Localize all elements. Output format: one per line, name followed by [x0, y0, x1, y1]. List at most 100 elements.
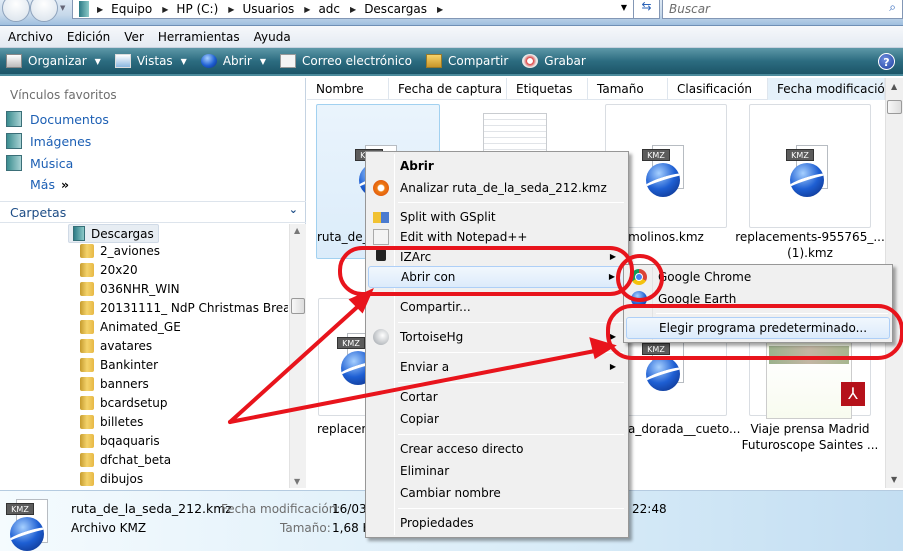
column-tamano[interactable]: Tamaño [588, 78, 668, 100]
tree-node-label: banners [100, 377, 149, 391]
menu-item-izarc[interactable]: IZArc ▶ [368, 246, 626, 268]
menu-edicion[interactable]: Edición [67, 30, 110, 44]
google-earth-icon [631, 291, 647, 307]
tree-node[interactable]: bqaquaris [80, 434, 160, 448]
file-tile[interactable]: KMZ [749, 104, 871, 228]
submenu-arrow-icon: ▶ [609, 362, 616, 371]
folders-header[interactable]: Carpetas ⌄ [0, 201, 306, 223]
column-headers: Nombre Fecha de captura Etiquetas Tamaño… [307, 78, 892, 100]
tree-node-label: dibujos [100, 472, 144, 486]
column-nombre[interactable]: Nombre [307, 78, 389, 100]
favorites-more-link[interactable]: Más » [30, 177, 69, 192]
menu-item-propiedades[interactable]: Propiedades [368, 512, 626, 534]
menu-item-copiar[interactable]: Copiar [368, 408, 626, 430]
column-clasificacion[interactable]: Clasificación [668, 78, 768, 100]
views-label: Vistas [136, 54, 173, 68]
submenu-item-chrome[interactable]: Google Chrome [626, 266, 890, 288]
tree-node[interactable]: billetes [80, 415, 143, 429]
share-button[interactable]: Compartir [425, 54, 508, 68]
menu-item-enviar-a[interactable]: Enviar a ▶ [368, 356, 626, 378]
scroll-up-icon[interactable]: ▲ [891, 82, 897, 91]
tree-node[interactable]: 20x20 [80, 263, 138, 277]
menu-item-gsplit[interactable]: Split with GSplit [368, 206, 626, 228]
breadcrumb-equipo[interactable]: Equipo [111, 2, 152, 16]
menu-archivo[interactable]: Archivo [8, 30, 53, 44]
menu-item-abrir-con[interactable]: Abrir con ▶ [368, 266, 626, 288]
share-icon [425, 54, 442, 68]
menu-item-compartir[interactable]: Compartir... [368, 296, 626, 318]
scroll-down-icon[interactable]: ▼ [891, 475, 897, 484]
menu-item-cambiar-nombre[interactable]: Cambiar nombre [368, 482, 626, 504]
favorite-documentos[interactable]: Documentos [6, 111, 109, 127]
scrollbar-thumb[interactable] [291, 298, 305, 314]
search-icon[interactable]: ⌕ [889, 0, 896, 15]
tree-node[interactable]: 20131111_ NdP Christmas Breaks Tu [80, 301, 288, 315]
breadcrumb-usuarios[interactable]: Usuarios [242, 2, 294, 16]
tree-node[interactable]: Bankinter [80, 358, 158, 372]
folder-icon [80, 282, 94, 296]
breadcrumb-adc[interactable]: adc [318, 2, 340, 16]
menu-item-notepad[interactable]: Edit with Notepad++ [368, 226, 626, 248]
column-fecha-captura[interactable]: Fecha de captura [389, 78, 507, 100]
menu-ayuda[interactable]: Ayuda [254, 30, 291, 44]
scroll-up-icon[interactable]: ▲ [294, 226, 300, 235]
menu-item-cortar[interactable]: Cortar [368, 386, 626, 408]
tree-node[interactable]: dibujos [80, 472, 143, 486]
tree-node[interactable]: 2_aviones [80, 244, 160, 258]
help-icon[interactable]: ? [878, 53, 895, 70]
organize-button[interactable]: Organizar ▼ [6, 54, 101, 68]
tree-node[interactable]: banners [80, 377, 149, 391]
views-icon [114, 54, 131, 68]
favorite-musica[interactable]: Música [6, 155, 73, 171]
tree-node[interactable]: avatares [80, 339, 152, 353]
context-menu: Abrir Analizar ruta_de_la_seda_212.kmz S… [365, 151, 629, 538]
tree-node-descargas[interactable]: Descargas [68, 224, 159, 243]
menu-item-crear-acceso[interactable]: Crear acceso directo [368, 438, 626, 460]
email-button[interactable]: Correo electrónico [280, 54, 412, 68]
menu-item-label: Enviar a [400, 360, 450, 374]
breadcrumb-hp-c[interactable]: HP (C:) [176, 2, 218, 16]
folder-tree-scrollbar[interactable]: ▲ ▼ [289, 224, 306, 488]
submenu-item-elegir-programa[interactable]: Elegir programa predeterminado... [626, 317, 890, 339]
tree-node[interactable]: 036NHR_WIN [80, 282, 180, 296]
menu-item-label: Abrir con [401, 270, 456, 284]
recent-pages-dropdown[interactable]: ▼ [60, 4, 65, 12]
refresh-icon[interactable]: ⇆ [633, 0, 659, 19]
forward-button[interactable] [30, 0, 58, 22]
chevron-right-icon: ▶ [350, 4, 357, 14]
open-button[interactable]: Abrir ▼ [200, 54, 266, 68]
scrollbar-thumb[interactable] [887, 100, 902, 114]
menu-item-analizar[interactable]: Analizar ruta_de_la_seda_212.kmz [368, 177, 626, 199]
favorite-imagenes[interactable]: Imágenes [6, 133, 91, 149]
submenu-item-google-earth[interactable]: Google Earth [626, 288, 890, 310]
breadcrumb-descargas[interactable]: Descargas [364, 2, 427, 16]
tree-node[interactable]: bcardsetup [80, 396, 167, 410]
back-button[interactable] [2, 0, 30, 22]
column-fecha-modificacion[interactable]: Fecha modificación [768, 78, 892, 100]
chevron-down-icon: ▼ [180, 56, 187, 66]
column-etiquetas[interactable]: Etiquetas [507, 78, 588, 100]
music-icon [6, 155, 22, 171]
menu-item-label: Cambiar nombre [400, 486, 501, 500]
menu-ver[interactable]: Ver [124, 30, 144, 44]
views-button[interactable]: Vistas ▼ [114, 54, 187, 68]
menu-herramientas[interactable]: Herramientas [158, 30, 240, 44]
chevron-right-icon: ▶ [97, 4, 104, 14]
address-dropdown-icon[interactable]: ▼ [621, 3, 627, 12]
scroll-down-icon[interactable]: ▼ [294, 477, 300, 486]
menu-item-label: Edit with Notepad++ [400, 230, 528, 244]
address-bar[interactable]: ▶ Equipo ▶ HP (C:) ▶ Usuarios ▶ adc ▶ De… [72, 0, 660, 19]
tree-node[interactable]: dfchat_beta [80, 453, 171, 467]
menu-item-label: Cortar [400, 390, 438, 404]
menu-item-abrir[interactable]: Abrir [368, 155, 626, 177]
burn-button[interactable]: Grabar [522, 54, 586, 68]
tree-node[interactable]: Animated_GE [80, 320, 181, 334]
menu-item-label: Elegir programa predeterminado... [659, 321, 868, 335]
search-input[interactable]: Buscar ⌕ [662, 0, 903, 19]
folder-icon [80, 244, 94, 258]
menu-item-tortoisehg[interactable]: TortoiseHg ▶ [368, 326, 626, 348]
menu-item-eliminar[interactable]: Eliminar [368, 460, 626, 482]
tree-node-label: Animated_GE [100, 320, 181, 334]
avast-icon [373, 180, 389, 196]
open-label: Abrir [222, 54, 252, 68]
